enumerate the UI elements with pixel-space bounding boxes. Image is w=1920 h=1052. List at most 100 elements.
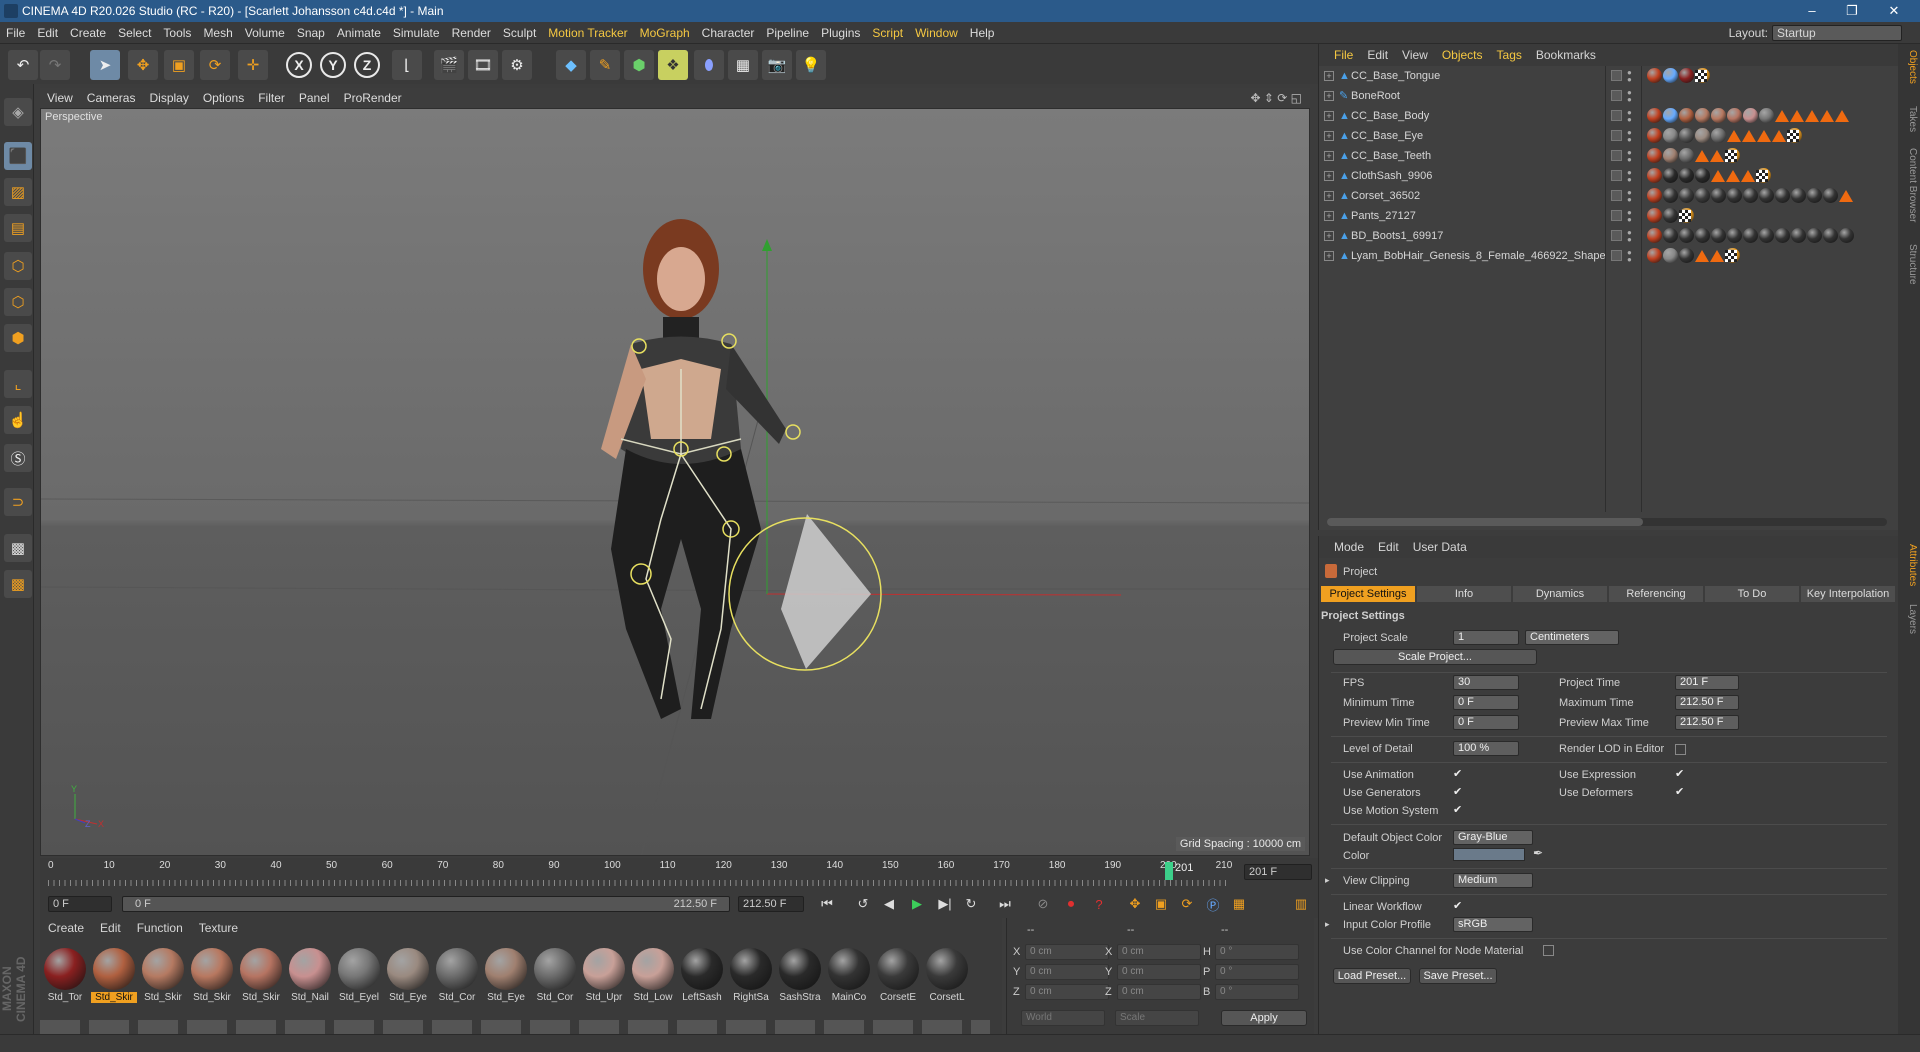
object-row[interactable]: + ▲ CC_Base_Tongue ● ● bbox=[1319, 66, 1899, 86]
material-swatch[interactable]: SashStra bbox=[777, 946, 823, 1018]
z-axis-icon[interactable]: Z bbox=[354, 52, 380, 78]
side-tab-layers[interactable]: Layers bbox=[1900, 604, 1918, 634]
material-tag-icon[interactable] bbox=[1711, 128, 1726, 143]
max-time-field[interactable]: 212.50 F bbox=[1675, 695, 1739, 710]
material-swatch[interactable]: Std_Cor bbox=[532, 946, 578, 1018]
timeline[interactable]: 0 10 20 30 40 50 60 70 80 90 100 110 120 130 140 150 160… bbox=[40, 858, 1318, 890]
use-color-channel-checkbox[interactable] bbox=[1543, 945, 1554, 956]
material-tag-icon[interactable] bbox=[1647, 68, 1662, 83]
layer-icon[interactable] bbox=[1611, 70, 1622, 81]
menu-plugins[interactable]: Plugins bbox=[815, 22, 866, 44]
menu-motion-tracker[interactable]: Motion Tracker bbox=[542, 22, 633, 44]
scale-icon[interactable]: ▣ bbox=[164, 50, 194, 80]
material-swatch[interactable]: MainCo bbox=[826, 946, 872, 1018]
material-tag-icon[interactable] bbox=[1759, 188, 1774, 203]
visibility-dots[interactable]: ● ● bbox=[1627, 149, 1632, 164]
attr-menu-edit[interactable]: Edit bbox=[1371, 536, 1406, 558]
material-tag-icon[interactable] bbox=[1663, 128, 1678, 143]
material-tag-icon[interactable] bbox=[1679, 188, 1694, 203]
material-tag-icon[interactable] bbox=[1743, 228, 1758, 243]
material-tag-icon[interactable] bbox=[1679, 68, 1694, 83]
menu-pipeline[interactable]: Pipeline bbox=[760, 22, 815, 44]
material-tag-icon[interactable] bbox=[1743, 108, 1758, 123]
material-tag-icon[interactable] bbox=[1695, 108, 1710, 123]
expand-icon[interactable]: + bbox=[1324, 171, 1334, 181]
material-tag-icon[interactable] bbox=[1711, 188, 1726, 203]
visibility-dots[interactable]: ● ● bbox=[1627, 209, 1632, 224]
material-tag-icon[interactable] bbox=[1727, 108, 1742, 123]
menu-tools[interactable]: Tools bbox=[157, 22, 197, 44]
viewport-menu-filter[interactable]: Filter bbox=[251, 88, 292, 108]
material-tag-icon[interactable] bbox=[1695, 128, 1710, 143]
menu-render[interactable]: Render bbox=[446, 22, 497, 44]
object-row[interactable]: + ▲ ClothSash_9906 ● ● bbox=[1319, 166, 1899, 186]
menu-select[interactable]: Select bbox=[112, 22, 157, 44]
preview-max-field[interactable]: 212.50 F bbox=[1675, 715, 1739, 730]
expand-icon[interactable]: + bbox=[1324, 151, 1334, 161]
linear-workflow-checkbox[interactable]: ✔ bbox=[1453, 901, 1464, 912]
material-tag-icon[interactable] bbox=[1663, 148, 1678, 163]
edges-mode-icon[interactable]: ⬡ bbox=[4, 288, 32, 316]
coord-value-field[interactable]: 0 cm bbox=[1117, 964, 1201, 980]
minimize-button[interactable]: – bbox=[1792, 2, 1832, 20]
move-icon[interactable]: ✥ bbox=[128, 50, 158, 80]
ik-tag-icon[interactable] bbox=[1710, 250, 1724, 262]
x-axis-icon[interactable]: X bbox=[286, 52, 312, 78]
material-tag-icon[interactable] bbox=[1679, 168, 1694, 183]
array-icon[interactable]: ❖ bbox=[658, 50, 688, 80]
coord-value-field[interactable]: 0 ° bbox=[1215, 944, 1299, 960]
light-icon[interactable]: 💡 bbox=[796, 50, 826, 80]
material-tag-icon[interactable] bbox=[1695, 228, 1710, 243]
floor-icon[interactable]: ▦ bbox=[728, 50, 758, 80]
ik-tag-icon[interactable] bbox=[1775, 110, 1789, 122]
material-tag-icon[interactable] bbox=[1679, 228, 1694, 243]
object-row[interactable]: + ▲ Lyam_BobHair_Genesis_8_Female_466922_S… bbox=[1319, 246, 1899, 266]
material-swatch[interactable]: Std_Eye bbox=[385, 946, 431, 1018]
viewport-menu-prorender[interactable]: ProRender bbox=[337, 88, 409, 108]
expand-arrow-icon[interactable]: ▸ bbox=[1325, 919, 1330, 930]
points-mode-icon[interactable]: ⬡ bbox=[4, 252, 32, 280]
expand-icon[interactable]: + bbox=[1324, 231, 1334, 241]
pen-icon[interactable]: ✎ bbox=[590, 50, 620, 80]
make-editable-icon[interactable]: ◈ bbox=[4, 98, 32, 126]
autokey-icon[interactable]: ⏺ bbox=[1060, 893, 1082, 915]
expand-icon[interactable]: + bbox=[1324, 251, 1334, 261]
ik-tag-icon[interactable] bbox=[1727, 130, 1741, 142]
material-tag-icon[interactable] bbox=[1743, 188, 1758, 203]
render-lod-checkbox[interactable] bbox=[1675, 744, 1686, 755]
material-tag-icon[interactable] bbox=[1647, 148, 1662, 163]
menu-window[interactable]: Window bbox=[909, 22, 964, 44]
layer-icon[interactable] bbox=[1611, 250, 1622, 261]
material-swatch[interactable]: LeftSash bbox=[679, 946, 725, 1018]
use-motion-checkbox[interactable]: ✔ bbox=[1453, 805, 1464, 816]
apply-button[interactable]: Apply bbox=[1221, 1010, 1307, 1026]
ik-tag-icon[interactable] bbox=[1742, 130, 1756, 142]
visibility-dots[interactable]: ● ● bbox=[1627, 229, 1632, 244]
object-row[interactable]: + ✎ BoneRoot ● ● bbox=[1319, 86, 1899, 106]
layer-icon[interactable] bbox=[1611, 130, 1622, 141]
material-tag-icon[interactable] bbox=[1647, 188, 1662, 203]
material-tag-icon[interactable] bbox=[1663, 228, 1678, 243]
ik-tag-icon[interactable] bbox=[1772, 130, 1786, 142]
preview-range-slider[interactable]: 0 F 212.50 F bbox=[122, 896, 730, 912]
material-swatch[interactable]: RightSa bbox=[728, 946, 774, 1018]
material-tag-icon[interactable] bbox=[1663, 248, 1678, 263]
next-frame-icon[interactable]: ▶| bbox=[934, 893, 956, 915]
expand-icon[interactable]: + bbox=[1324, 71, 1334, 81]
material-tag-icon[interactable] bbox=[1663, 68, 1678, 83]
input-profile-dropdown[interactable]: sRGB bbox=[1453, 917, 1533, 932]
obj-menu-file[interactable]: File bbox=[1327, 44, 1360, 66]
expand-arrow-icon[interactable]: ▸ bbox=[1325, 875, 1330, 886]
timeline-playhead[interactable] bbox=[1165, 862, 1173, 880]
material-tag-icon[interactable] bbox=[1791, 188, 1806, 203]
object-row[interactable]: + ▲ Pants_27127 ● ● bbox=[1319, 206, 1899, 226]
visibility-dots[interactable]: ● ● bbox=[1627, 89, 1632, 104]
material-tag-icon[interactable] bbox=[1663, 108, 1678, 123]
menu-simulate[interactable]: Simulate bbox=[387, 22, 446, 44]
expand-icon[interactable]: + bbox=[1324, 191, 1334, 201]
menu-animate[interactable]: Animate bbox=[331, 22, 387, 44]
layer-icon[interactable] bbox=[1611, 190, 1622, 201]
expand-icon[interactable]: + bbox=[1324, 111, 1334, 121]
ik-tag-icon[interactable] bbox=[1741, 170, 1755, 182]
menu-file[interactable]: File bbox=[0, 22, 31, 44]
